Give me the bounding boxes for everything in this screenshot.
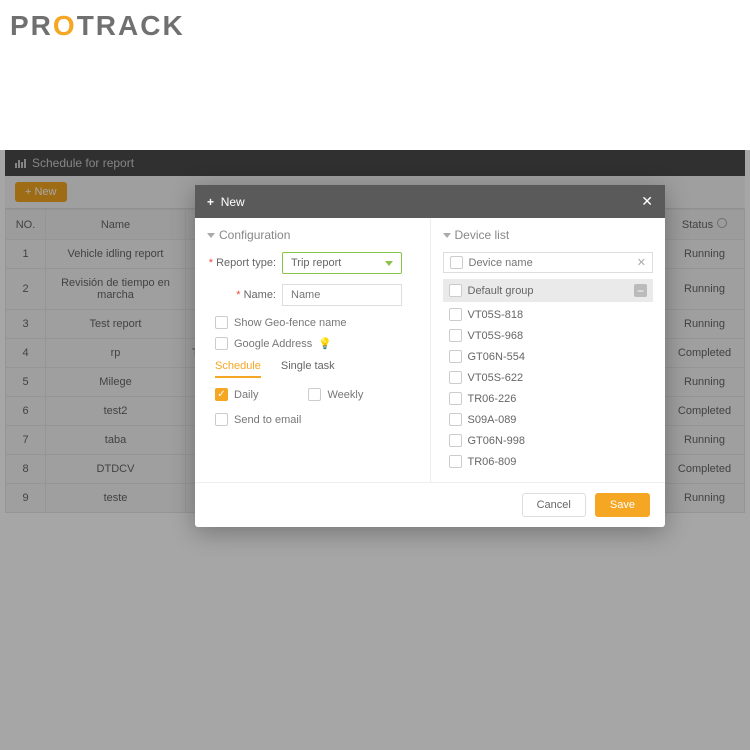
checkbox-icon [449, 308, 462, 321]
device-item[interactable]: VT05S-968 [443, 325, 654, 346]
checkbox-icon[interactable] [449, 284, 462, 297]
caret-down-icon [207, 233, 215, 238]
name-label: * Name: [207, 289, 282, 301]
device-group-header[interactable]: Default group − [443, 279, 654, 302]
device-item[interactable]: GT06N-998 [443, 430, 654, 451]
weekly-checkbox[interactable]: Weekly [308, 388, 363, 401]
device-item[interactable]: VT05S-818 [443, 304, 654, 325]
tab-single-task[interactable]: Single task [281, 360, 335, 378]
checkbox-icon [449, 455, 462, 468]
caret-down-icon [443, 233, 451, 238]
daily-checkbox[interactable]: ✓Daily [215, 388, 258, 401]
checkbox-icon[interactable] [450, 256, 463, 269]
checkbox-icon [449, 350, 462, 363]
config-section-title: Configuration [207, 228, 418, 242]
modal-header: + New ✕ [195, 185, 665, 218]
save-button[interactable]: Save [595, 493, 650, 517]
email-checkbox-row[interactable]: Send to email [215, 413, 418, 426]
device-list-panel: Device list ✕ Default group − VT05S-818 … [431, 218, 666, 482]
checkbox-checked-icon: ✓ [215, 388, 228, 401]
checkbox-icon [449, 371, 462, 384]
google-checkbox-row[interactable]: Google Address 💡 [215, 337, 418, 350]
checkbox-icon [215, 316, 228, 329]
report-type-select[interactable]: Trip report [282, 252, 402, 274]
lightbulb-icon: 💡 [318, 337, 332, 350]
name-input[interactable] [282, 284, 402, 306]
checkbox-icon [449, 413, 462, 426]
modal-footer: Cancel Save [195, 482, 665, 527]
checkbox-icon [449, 329, 462, 342]
brand-logo: PROTRACK [10, 10, 185, 42]
checkbox-icon [215, 337, 228, 350]
collapse-icon[interactable]: − [634, 284, 647, 297]
device-search[interactable]: ✕ [443, 252, 654, 273]
device-item[interactable]: TR06-809 [443, 451, 654, 472]
chevron-down-icon [385, 261, 393, 266]
modal-title: + New [207, 195, 245, 209]
cancel-button[interactable]: Cancel [522, 493, 586, 517]
device-item[interactable]: S09A-089 [443, 409, 654, 430]
close-icon[interactable]: ✕ [641, 193, 653, 210]
report-type-label: * Report type: [207, 257, 282, 269]
checkbox-icon [215, 413, 228, 426]
checkbox-icon [308, 388, 321, 401]
new-report-modal: + New ✕ Configuration * Report type: Tri… [195, 185, 665, 527]
clear-icon[interactable]: ✕ [637, 256, 646, 269]
checkbox-icon [449, 392, 462, 405]
device-section-title: Device list [443, 228, 654, 242]
device-item[interactable]: VT05S-622 [443, 367, 654, 388]
geofence-checkbox-row[interactable]: Show Geo-fence name [215, 316, 418, 329]
device-item[interactable]: TR06-226 [443, 388, 654, 409]
checkbox-icon [449, 434, 462, 447]
device-search-input[interactable] [469, 257, 637, 269]
device-item[interactable]: GT06N-554 [443, 346, 654, 367]
config-panel: Configuration * Report type: Trip report… [195, 218, 431, 482]
tab-schedule[interactable]: Schedule [215, 360, 261, 378]
